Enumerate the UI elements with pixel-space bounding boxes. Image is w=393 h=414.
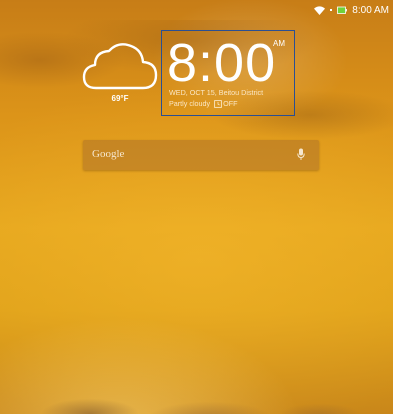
battery-icon <box>337 6 348 14</box>
clock-date: WED, OCT 15, Beitou District <box>169 88 264 97</box>
home-screen: 8:00 AM 69°F 8:00 AM WED, OCT 15, Beitou… <box>0 0 393 414</box>
search-label: Google <box>92 148 125 160</box>
wifi-icon <box>314 5 326 15</box>
status-bar: 8:00 AM <box>314 0 393 20</box>
wallpaper-horizon <box>0 354 393 414</box>
clock-ampm: AM <box>273 39 285 48</box>
status-time: 8:00 AM <box>352 4 389 16</box>
mic-icon[interactable] <box>297 148 305 166</box>
weather-condition: Partly cloudy <box>169 99 211 108</box>
weather-widget[interactable]: 69°F <box>80 40 160 103</box>
clock-time: 8:00 <box>167 33 277 93</box>
alarm-icon <box>214 99 223 108</box>
google-search-bar[interactable]: Google <box>83 140 319 170</box>
clock-condition-row: Partly cloudy OFF <box>169 99 238 108</box>
signal-dot <box>330 9 333 11</box>
clock-widget[interactable]: 8:00 AM WED, OCT 15, Beitou District Par… <box>161 30 295 116</box>
temperature: 69°F <box>111 94 129 103</box>
alarm-status: OFF <box>223 99 238 108</box>
cloud-icon <box>80 40 160 92</box>
